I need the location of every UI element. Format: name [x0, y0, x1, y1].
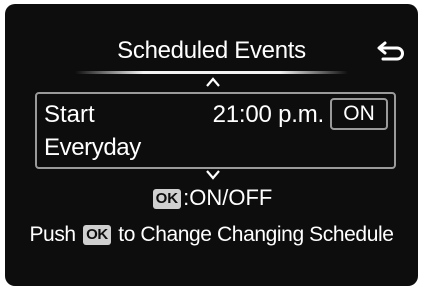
push-suffix: to Change Changing Schedule	[118, 223, 394, 246]
ok-key-icon: OK	[83, 225, 111, 245]
schedule-label: Start	[44, 101, 95, 128]
toggle-hint: OK:ON/OFF	[5, 185, 418, 211]
page-title: Scheduled Events	[117, 37, 306, 64]
chevron-up-icon[interactable]	[206, 77, 220, 87]
back-arrow-icon[interactable]	[376, 40, 406, 62]
change-schedule-hint: Push OK to Change Changing Schedule	[5, 223, 418, 247]
schedule-item[interactable]: Start 21:00 p.m. ON Everyday	[35, 92, 396, 169]
on-off-toggle[interactable]: ON	[330, 98, 388, 130]
schedule-repeat: Everyday	[44, 134, 141, 161]
ok-key-icon: OK	[152, 189, 182, 209]
chevron-down-icon[interactable]	[206, 170, 220, 180]
scheduled-events-screen: Scheduled Events Start 21:00 p.m. ON Eve…	[5, 4, 418, 286]
push-prefix: Push	[29, 223, 76, 246]
schedule-time: 21:00 p.m.	[212, 101, 325, 128]
toggle-hint-text: :ON/OFF	[183, 185, 273, 210]
title-divider	[75, 71, 348, 74]
